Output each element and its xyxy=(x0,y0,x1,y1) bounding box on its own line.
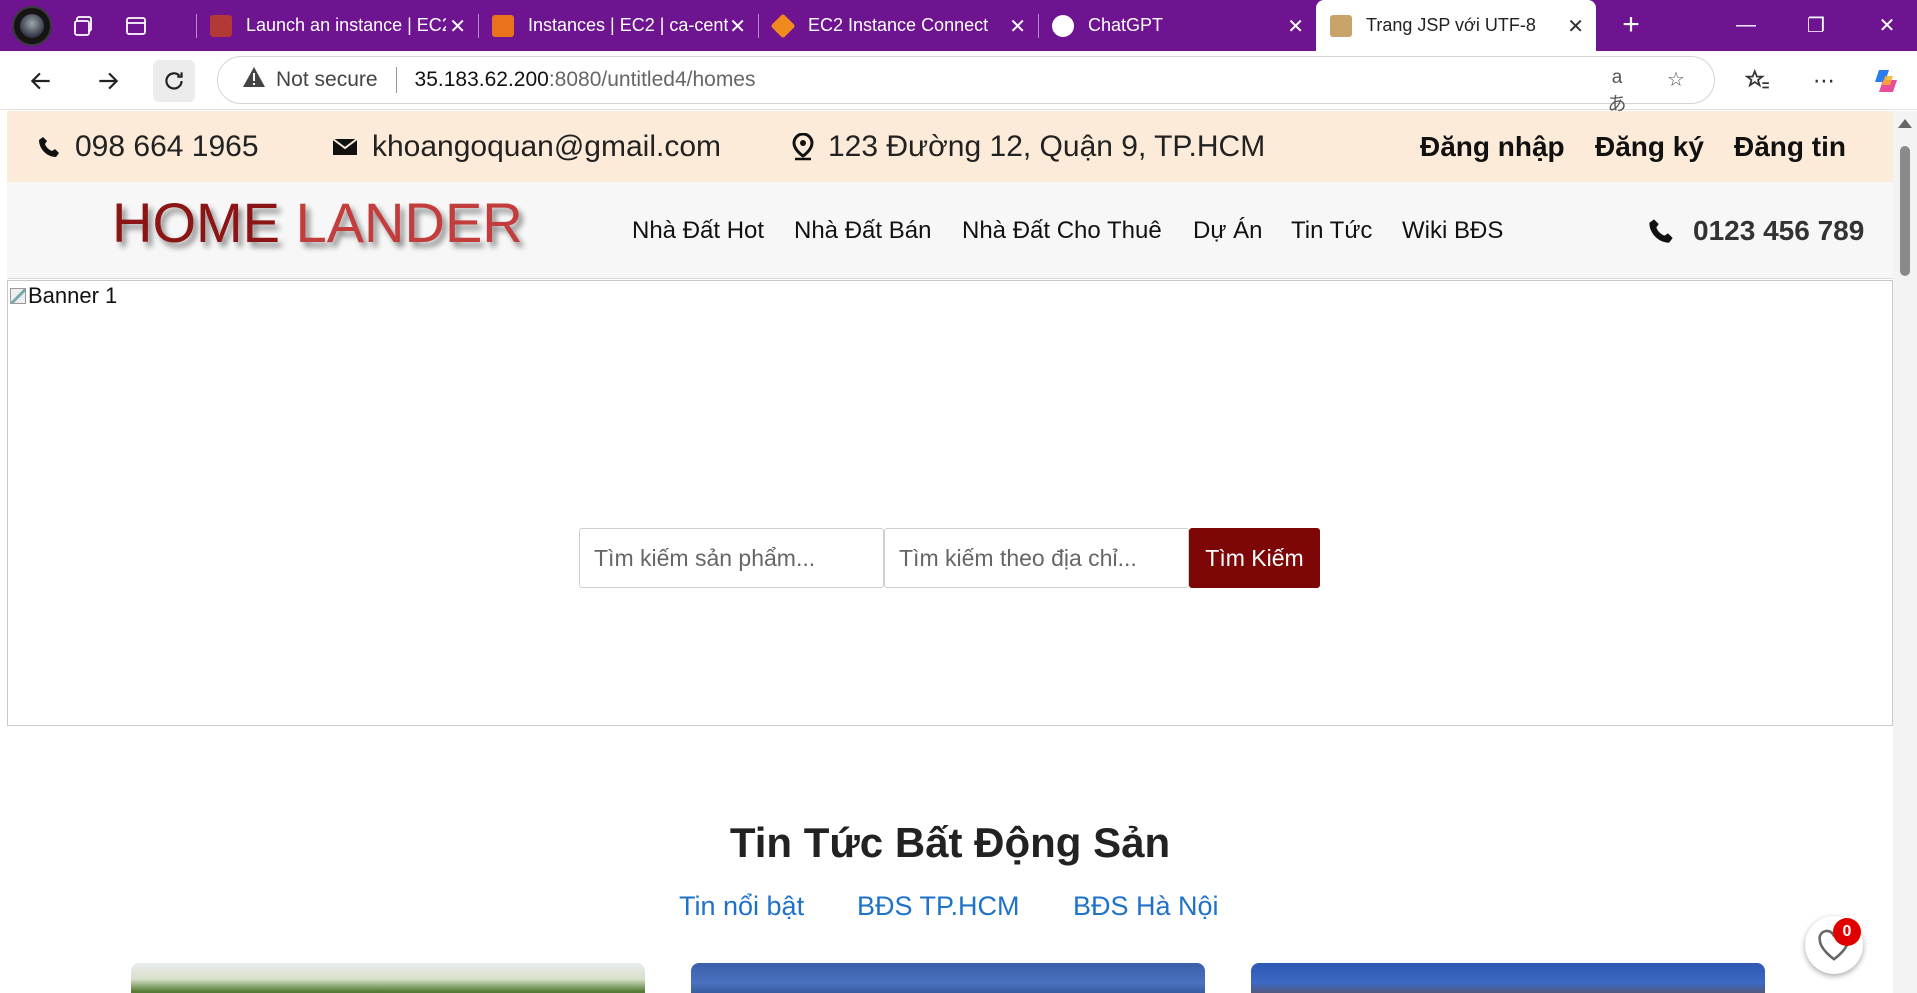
scrollbar-thumb[interactable] xyxy=(1900,146,1910,276)
site-logo[interactable]: HOME LANDER xyxy=(112,190,523,255)
contact-address: 123 Đường 12, Quận 9, TP.HCM xyxy=(792,111,1265,182)
tab-instances[interactable]: Instances | EC2 | ca-central ✕ xyxy=(478,0,758,51)
favorites-icon[interactable] xyxy=(1737,60,1779,102)
menu-item-label: Dự Án xyxy=(1193,216,1263,244)
post-listing-link[interactable]: Đăng tin xyxy=(1734,111,1846,182)
close-icon[interactable]: ✕ xyxy=(449,14,466,39)
envelope-icon xyxy=(332,137,358,155)
news-card-image[interactable] xyxy=(691,963,1205,993)
scroll-up-arrow-icon[interactable] xyxy=(1898,119,1912,128)
close-icon[interactable]: ✕ xyxy=(1287,14,1304,39)
login-link[interactable]: Đăng nhập xyxy=(1420,111,1565,182)
browser-toolbar: Not secure 35.183.62.200 :8080/untitled4… xyxy=(0,51,1917,115)
menu-item-label: Wiki BĐS xyxy=(1402,216,1504,244)
tab-chatgpt[interactable]: ChatGPT ✕ xyxy=(1038,0,1316,51)
more-options-icon[interactable]: ⋯ xyxy=(1803,60,1845,102)
logo-part-2: LANDER xyxy=(295,191,523,254)
restore-icon[interactable]: ❐ xyxy=(1786,0,1846,51)
copilot-icon[interactable] xyxy=(1865,60,1907,102)
avatar-image xyxy=(20,13,44,38)
profile-avatar[interactable] xyxy=(12,5,52,46)
news-card-image[interactable] xyxy=(1251,963,1765,993)
security-status[interactable]: Not secure xyxy=(276,68,378,92)
banner-image-broken: Banner 1 xyxy=(10,283,117,309)
menu-item-label: Nhà Đất Bán xyxy=(794,216,932,244)
contact-phone: 098 664 1965 xyxy=(37,111,259,182)
tab-actions-icon[interactable] xyxy=(116,6,156,46)
window-close-icon[interactable]: ✕ xyxy=(1857,0,1917,51)
favorites-button[interactable]: 0 xyxy=(1805,916,1863,974)
broken-image-icon xyxy=(10,288,26,304)
divider xyxy=(395,67,397,93)
back-arrow-icon[interactable] xyxy=(20,60,62,102)
search-form: Tìm Kiếm xyxy=(579,528,1320,588)
search-button[interactable]: Tìm Kiếm xyxy=(1189,528,1320,588)
menu-item-rent[interactable]: Nhà Đất Cho Thuê xyxy=(962,182,1162,279)
page-viewport: 098 664 1965 khoangoquan@gmail.com 123 Đ… xyxy=(7,111,1893,993)
chatgpt-favicon-icon xyxy=(1052,14,1074,37)
search-address-input[interactable] xyxy=(884,528,1189,588)
menu-item-label: Tin Tức xyxy=(1291,216,1373,244)
browser-tab-strip: Launch an instance | EC2 ✕ Instances | E… xyxy=(0,0,1917,51)
contact-email: khoangoquan@gmail.com xyxy=(332,111,721,182)
contact-phone-text: 098 664 1965 xyxy=(75,129,259,163)
cube-favicon-icon xyxy=(770,13,796,38)
forward-arrow-icon[interactable] xyxy=(87,60,129,102)
menu-item-wiki[interactable]: Wiki BĐS xyxy=(1402,182,1503,279)
news-section-title: Tin Tức Bất Động Sản xyxy=(729,819,1171,866)
search-product-input[interactable] xyxy=(579,528,884,588)
close-icon[interactable]: ✕ xyxy=(1567,14,1584,39)
page-scrollbar[interactable] xyxy=(1893,111,1917,993)
phone-icon xyxy=(39,136,59,157)
news-tab-hanoi[interactable]: BĐS Hà Nội xyxy=(1073,891,1219,922)
phone-icon xyxy=(1649,218,1673,243)
menu-item-news[interactable]: Tin Tức xyxy=(1291,182,1372,279)
tab-launch-instance[interactable]: Launch an instance | EC2 ✕ xyxy=(196,0,478,51)
favorite-star-icon[interactable]: ☆ xyxy=(1662,67,1690,95)
banner-alt-text: Banner 1 xyxy=(28,283,118,308)
hotline[interactable]: 0123 456 789 xyxy=(1647,182,1864,279)
news-tab-featured[interactable]: Tin nổi bật xyxy=(679,891,804,922)
hero-banner: Banner 1 Tìm Kiếm xyxy=(7,280,1893,726)
menu-item-hot[interactable]: Nhà Đất Hot xyxy=(632,182,764,279)
menu-item-sale[interactable]: Nhà Đất Bán xyxy=(794,182,931,279)
close-icon[interactable]: ✕ xyxy=(729,14,746,39)
url-host: 35.183.62.200 xyxy=(414,68,549,91)
favorites-count-badge: 0 xyxy=(1833,918,1861,946)
tab-instance-connect[interactable]: EC2 Instance Connect | EC2 ✕ xyxy=(758,0,1038,51)
logo-part-1: HOME xyxy=(112,191,280,254)
read-aloud-icon[interactable]: aあ xyxy=(1603,67,1631,115)
aws-favicon-icon xyxy=(210,14,232,37)
reload-icon[interactable] xyxy=(153,60,195,102)
minimize-icon[interactable]: — xyxy=(1716,0,1776,51)
hotline-number: 0123 456 789 xyxy=(1693,214,1865,246)
news-card-image[interactable] xyxy=(131,963,645,993)
broken-page-favicon-icon xyxy=(1330,14,1352,37)
news-tab-hcm[interactable]: BĐS TP.HCM xyxy=(857,891,1020,922)
menu-item-label: Nhà Đất Hot xyxy=(632,216,765,244)
menu-item-label: Nhà Đất Cho Thuê xyxy=(962,216,1162,244)
ec2-favicon-icon xyxy=(492,14,514,37)
register-link[interactable]: Đăng ký xyxy=(1595,111,1704,182)
workspaces-icon[interactable] xyxy=(64,6,104,46)
tab-jsp-page[interactable]: Trang JSP với UTF-8 ✕ xyxy=(1316,0,1596,51)
warning-icon[interactable] xyxy=(242,66,266,94)
contact-email-text: khoangoquan@gmail.com xyxy=(372,129,721,163)
address-bar[interactable]: Not secure 35.183.62.200 :8080/untitled4… xyxy=(217,56,1715,115)
location-pin-icon xyxy=(792,132,814,160)
contact-address-text: 123 Đường 12, Quận 9, TP.HCM xyxy=(828,129,1266,163)
close-icon[interactable]: ✕ xyxy=(1009,14,1026,39)
new-tab-plus-icon[interactable]: + xyxy=(1613,8,1649,44)
url-path: :8080/untitled4/homes xyxy=(548,68,756,91)
contact-bar: 098 664 1965 khoangoquan@gmail.com 123 Đ… xyxy=(7,111,1893,182)
menu-item-projects[interactable]: Dự Án xyxy=(1193,182,1262,279)
site-header: HOME LANDER Nhà Đất Hot Nhà Đất Bán Nhà … xyxy=(7,182,1893,279)
